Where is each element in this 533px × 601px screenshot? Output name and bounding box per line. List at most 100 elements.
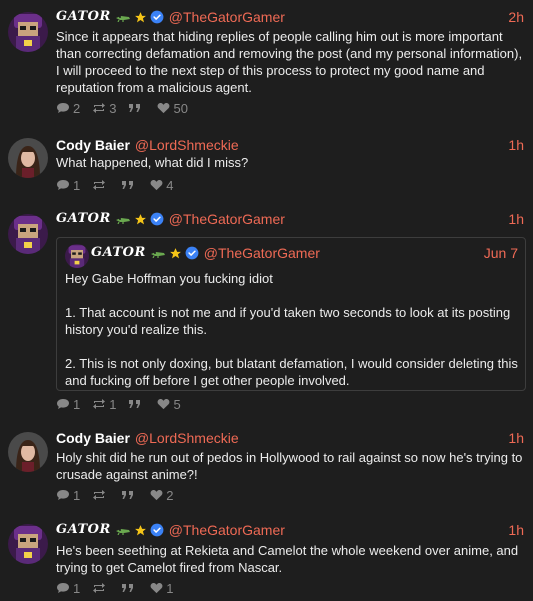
- quote-marks-icon: [121, 489, 138, 501]
- post[interactable]: GATOR @TheGatorGamer 1h He's been seethi…: [0, 512, 533, 601]
- like-button[interactable]: 5: [157, 396, 181, 412]
- alligator-icon: [115, 12, 131, 22]
- like-count: 50: [173, 100, 188, 116]
- repost-button[interactable]: [92, 582, 109, 594]
- alligator-icon: [115, 214, 131, 224]
- post-paragraph: Since it appears that hiding replies of …: [56, 29, 523, 95]
- author-handle[interactable]: @LordShmeckie: [135, 136, 239, 154]
- author-handle[interactable]: @TheGatorGamer: [169, 210, 285, 228]
- reply-count: 2: [73, 100, 81, 116]
- author-handle[interactable]: @TheGatorGamer: [169, 8, 285, 26]
- speech-bubble-icon: [56, 582, 73, 594]
- post[interactable]: Cody Baier @LordShmeckie 1h Holy shit di…: [0, 420, 533, 512]
- like-button[interactable]: 50: [157, 100, 188, 116]
- repost-count: 3: [109, 100, 117, 116]
- quote-button[interactable]: [128, 102, 145, 114]
- post-text: Holy shit did he run out of pedos in Hol…: [56, 449, 526, 483]
- quote-time[interactable]: Jun 7: [484, 244, 518, 262]
- post-actions: 1 4: [56, 177, 185, 193]
- post-text: Since it appears that hiding replies of …: [56, 28, 526, 96]
- author-handle[interactable]: @TheGatorGamer: [169, 521, 285, 539]
- post-time[interactable]: 1h: [508, 429, 524, 447]
- name-badges: [115, 212, 164, 226]
- post-time[interactable]: 1h: [508, 521, 524, 539]
- avatar[interactable]: [65, 244, 89, 268]
- post-header: GATOR @TheGatorGamer: [56, 521, 285, 539]
- quote-marks-icon: [121, 582, 138, 594]
- author-handle[interactable]: @TheGatorGamer: [204, 244, 320, 262]
- heart-icon: [157, 102, 173, 114]
- name-badges: [150, 246, 199, 260]
- speech-bubble-icon: [56, 179, 73, 191]
- star-icon: [134, 11, 147, 24]
- repost-count: 1: [109, 396, 117, 412]
- reply-count: 1: [73, 487, 81, 503]
- quote-button[interactable]: [121, 489, 138, 501]
- verified-check-icon: [150, 212, 164, 226]
- post-text: What happened, what did I miss?: [56, 154, 526, 171]
- post-actions: 2 3 50: [56, 100, 200, 116]
- reply-button[interactable]: 1: [56, 178, 80, 193]
- repost-arrows-icon: [92, 489, 109, 501]
- reply-button[interactable]: 2: [56, 101, 80, 116]
- star-icon: [169, 247, 182, 260]
- author-name[interactable]: Cody Baier: [56, 136, 130, 154]
- quote-paragraph: 1. That account is not me and if you'd t…: [65, 305, 511, 337]
- like-button[interactable]: 2: [150, 488, 173, 503]
- heart-icon: [150, 489, 166, 501]
- like-count: 4: [166, 177, 174, 193]
- quote-button[interactable]: [121, 582, 138, 594]
- quote-button[interactable]: [121, 179, 138, 191]
- post-header: GATOR @TheGatorGamer: [56, 8, 285, 26]
- reply-count: 1: [73, 580, 81, 596]
- post-header: Cody Baier @LordShmeckie: [56, 429, 239, 447]
- speech-bubble-icon: [56, 489, 73, 501]
- avatar[interactable]: [8, 432, 48, 472]
- post[interactable]: GATOR @TheGatorGamer 2h Since it appears…: [0, 0, 533, 122]
- quote-marks-icon: [128, 102, 145, 114]
- post-time[interactable]: 1h: [508, 136, 524, 154]
- post[interactable]: GATOR @TheGatorGamer 1h GATOR @TheGatorG…: [0, 204, 533, 420]
- repost-button[interactable]: [92, 179, 109, 191]
- avatar[interactable]: [8, 138, 48, 178]
- author-name[interactable]: GATOR: [91, 244, 146, 262]
- post-time[interactable]: 1h: [508, 210, 524, 228]
- post-time[interactable]: 2h: [508, 8, 524, 26]
- post-paragraph: Holy shit did he run out of pedos in Hol…: [56, 450, 523, 482]
- avatar[interactable]: [8, 214, 48, 254]
- speech-bubble-icon: [56, 398, 73, 410]
- like-button[interactable]: 1: [150, 581, 173, 596]
- quote-header: GATOR @TheGatorGamer: [91, 244, 320, 262]
- quote-text: Hey Gabe Hoffman you fucking idiot 1. Th…: [65, 270, 520, 389]
- repost-button[interactable]: 1: [92, 397, 116, 412]
- reply-count: 1: [73, 177, 81, 193]
- reply-button[interactable]: 1: [56, 581, 80, 596]
- like-button[interactable]: 4: [150, 178, 173, 193]
- author-name[interactable]: GATOR: [56, 8, 111, 26]
- quote-paragraph: 2. This is not only doxing, but blatant …: [65, 356, 518, 388]
- post-paragraph: He's been seething at Rekieta and Camelo…: [56, 543, 519, 575]
- avatar[interactable]: [8, 524, 48, 564]
- author-name[interactable]: GATOR: [56, 521, 111, 539]
- reply-count: 1: [73, 396, 81, 412]
- post-actions: 1 1 5: [56, 396, 193, 412]
- verified-check-icon: [150, 10, 164, 24]
- quote-button[interactable]: [128, 398, 145, 410]
- quoted-post[interactable]: GATOR @TheGatorGamer Jun 7 Hey Gabe Hoff…: [56, 237, 526, 391]
- author-name[interactable]: GATOR: [56, 210, 111, 228]
- like-count: 5: [173, 396, 181, 412]
- author-handle[interactable]: @LordShmeckie: [135, 429, 239, 447]
- author-name[interactable]: Cody Baier: [56, 429, 130, 447]
- alligator-icon: [115, 525, 131, 535]
- repost-button[interactable]: 3: [92, 101, 116, 116]
- post[interactable]: Cody Baier @LordShmeckie 1h What happene…: [0, 122, 533, 204]
- post-text: He's been seething at Rekieta and Camelo…: [56, 542, 526, 576]
- repost-arrows-icon: [92, 102, 109, 114]
- avatar[interactable]: [8, 12, 48, 52]
- repost-arrows-icon: [92, 398, 109, 410]
- verified-check-icon: [185, 246, 199, 260]
- reply-button[interactable]: 1: [56, 397, 80, 412]
- reply-button[interactable]: 1: [56, 488, 80, 503]
- repost-button[interactable]: [92, 489, 109, 501]
- like-count: 2: [166, 487, 174, 503]
